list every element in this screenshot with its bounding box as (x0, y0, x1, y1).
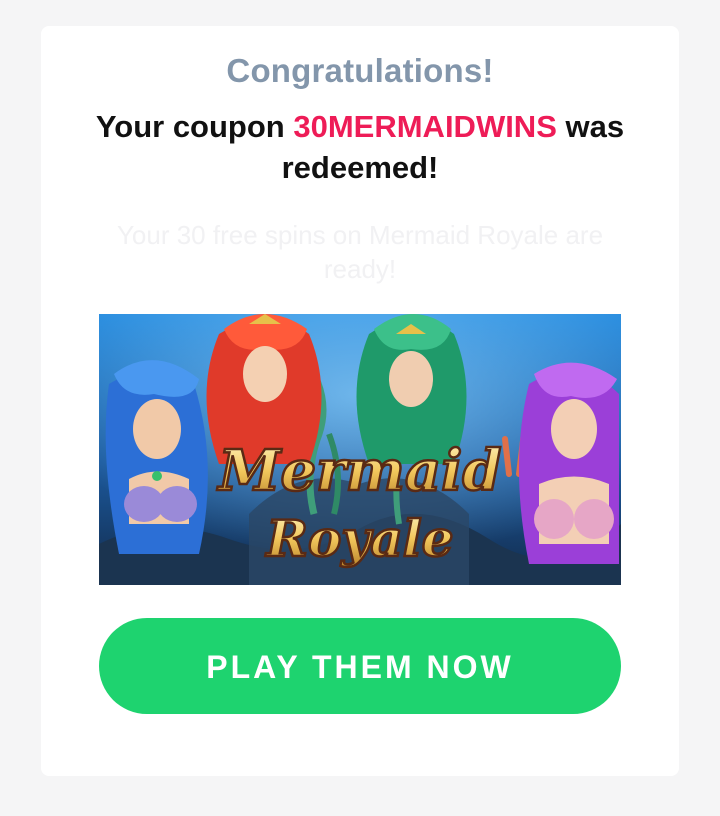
coupon-redeemed-message: Your coupon 30MERMAIDWINS was redeemed! (70, 106, 650, 188)
coupon-code: 30MERMAIDWINS (293, 109, 557, 144)
game-logo-line1: Mermaid (216, 438, 501, 504)
mermaid-royale-game-banner[interactable]: Mermaid Royale (99, 314, 621, 585)
game-banner-art: Mermaid Royale (99, 314, 621, 585)
coupon-prefix-text: Your coupon (95, 109, 294, 144)
game-logo-line2: Royale (264, 509, 453, 568)
play-them-now-button[interactable]: PLAY THEM NOW (99, 618, 621, 714)
congratulations-heading: Congratulations! (226, 52, 494, 89)
free-spins-message: Your 30 free spins on Mermaid Royale are… (116, 220, 604, 284)
